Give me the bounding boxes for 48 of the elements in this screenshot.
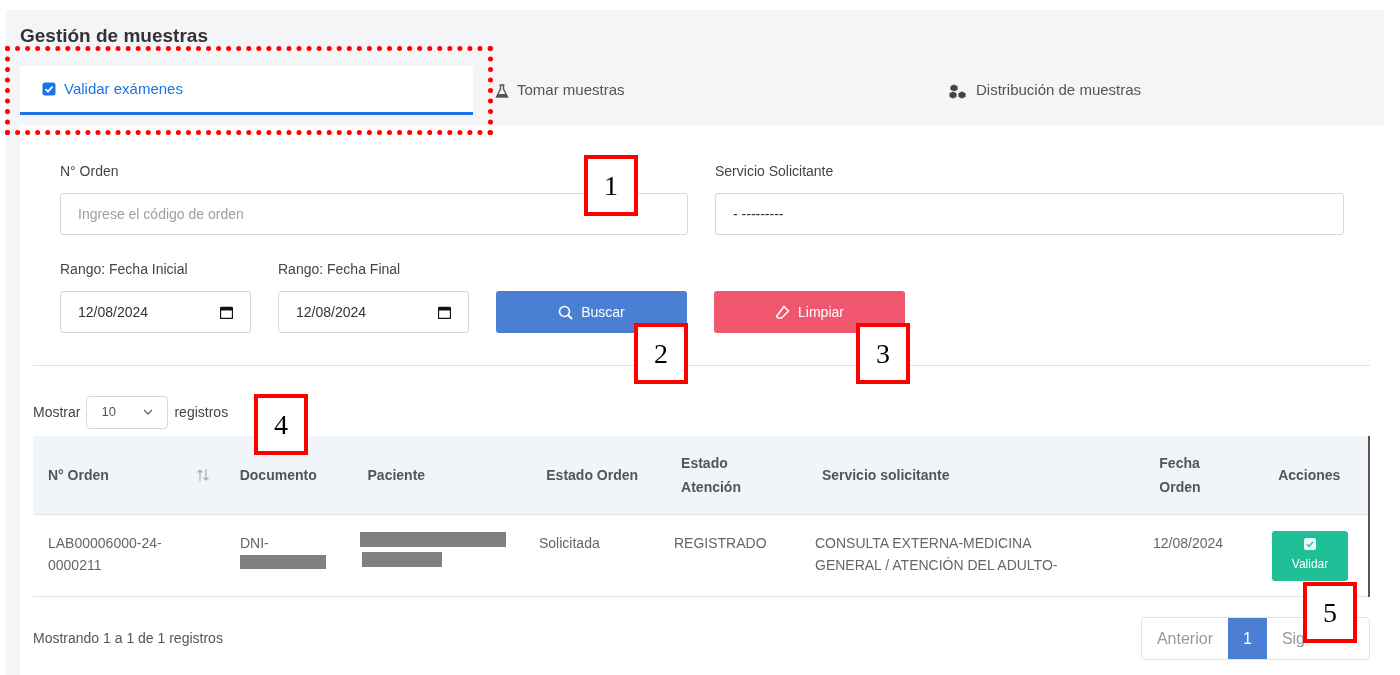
checkbox-icon (42, 82, 56, 96)
checkbox-icon (1304, 537, 1316, 550)
table-cell-text: Solicitada (539, 534, 600, 553)
page-length-select[interactable]: 10 (86, 395, 169, 429)
service-select[interactable]: - --------- (715, 193, 1344, 235)
date-input[interactable]: 12/08/2024 (60, 291, 251, 333)
sort-icon (195, 468, 210, 482)
field-label: Servicio Solicitante (715, 162, 835, 181)
field-label: Rango: Fecha Final (278, 260, 402, 279)
length-label: Mostrar (33, 402, 81, 422)
chevron-down-icon (143, 409, 154, 415)
boxes-icon (948, 82, 968, 99)
column-header: Acciones (1278, 466, 1341, 485)
date-input[interactable]: 12/08/2024 (278, 291, 469, 333)
tab[interactable]: Tomar muestras (473, 66, 926, 115)
column-header: Estado Orden (546, 466, 639, 485)
column-header: Fecha Orden (1159, 454, 1202, 497)
table-cell-text: DNI- (240, 534, 269, 553)
annotation-marker: 4 (254, 394, 308, 455)
column-header: Paciente (367, 466, 426, 485)
annotation-marker: 3 (856, 323, 910, 384)
field-label: N° Orden (60, 162, 120, 181)
annotation-marker: 1 (584, 155, 638, 216)
annotation-marker: 5 (1303, 582, 1357, 643)
length-label: registros (174, 402, 229, 422)
column-header: Estado Atención (681, 454, 742, 497)
page-button[interactable]: Anterior (1141, 618, 1228, 659)
column-header: Servicio solicitante (821, 466, 950, 485)
table-cell-text: REGISTRADO (674, 534, 767, 553)
table-cell-text: LAB00006000-24-0000211 (48, 534, 163, 575)
clear-button[interactable]: Limpiar (714, 291, 905, 333)
page-button[interactable]: 1 (1227, 618, 1267, 659)
tab[interactable]: Validar exámenes (20, 66, 473, 115)
column-header: Documento (239, 466, 317, 485)
eraser-icon (775, 304, 791, 320)
search-icon (558, 304, 574, 320)
field-label: Rango: Fecha Inicial (60, 260, 189, 279)
search-button[interactable]: Buscar (496, 291, 687, 333)
table-cell-text: CONSULTA EXTERNA-MEDICINA GENERAL / ATENCIÓN DEL ADULTO- (815, 534, 1059, 575)
calendar-icon (438, 305, 451, 319)
tab[interactable]: Distribución de muestras (926, 66, 1379, 115)
annotation-marker: 2 (634, 323, 688, 384)
column-header[interactable]: N° Orden (48, 463, 109, 487)
flask-icon (495, 83, 509, 98)
page-title: Gestión de muestras (19, 24, 209, 48)
record-summary: Mostrando 1 a 1 de 1 registros (33, 629, 223, 648)
table-cell-text: 12/08/2024 (1153, 534, 1224, 553)
calendar-icon (220, 305, 233, 319)
